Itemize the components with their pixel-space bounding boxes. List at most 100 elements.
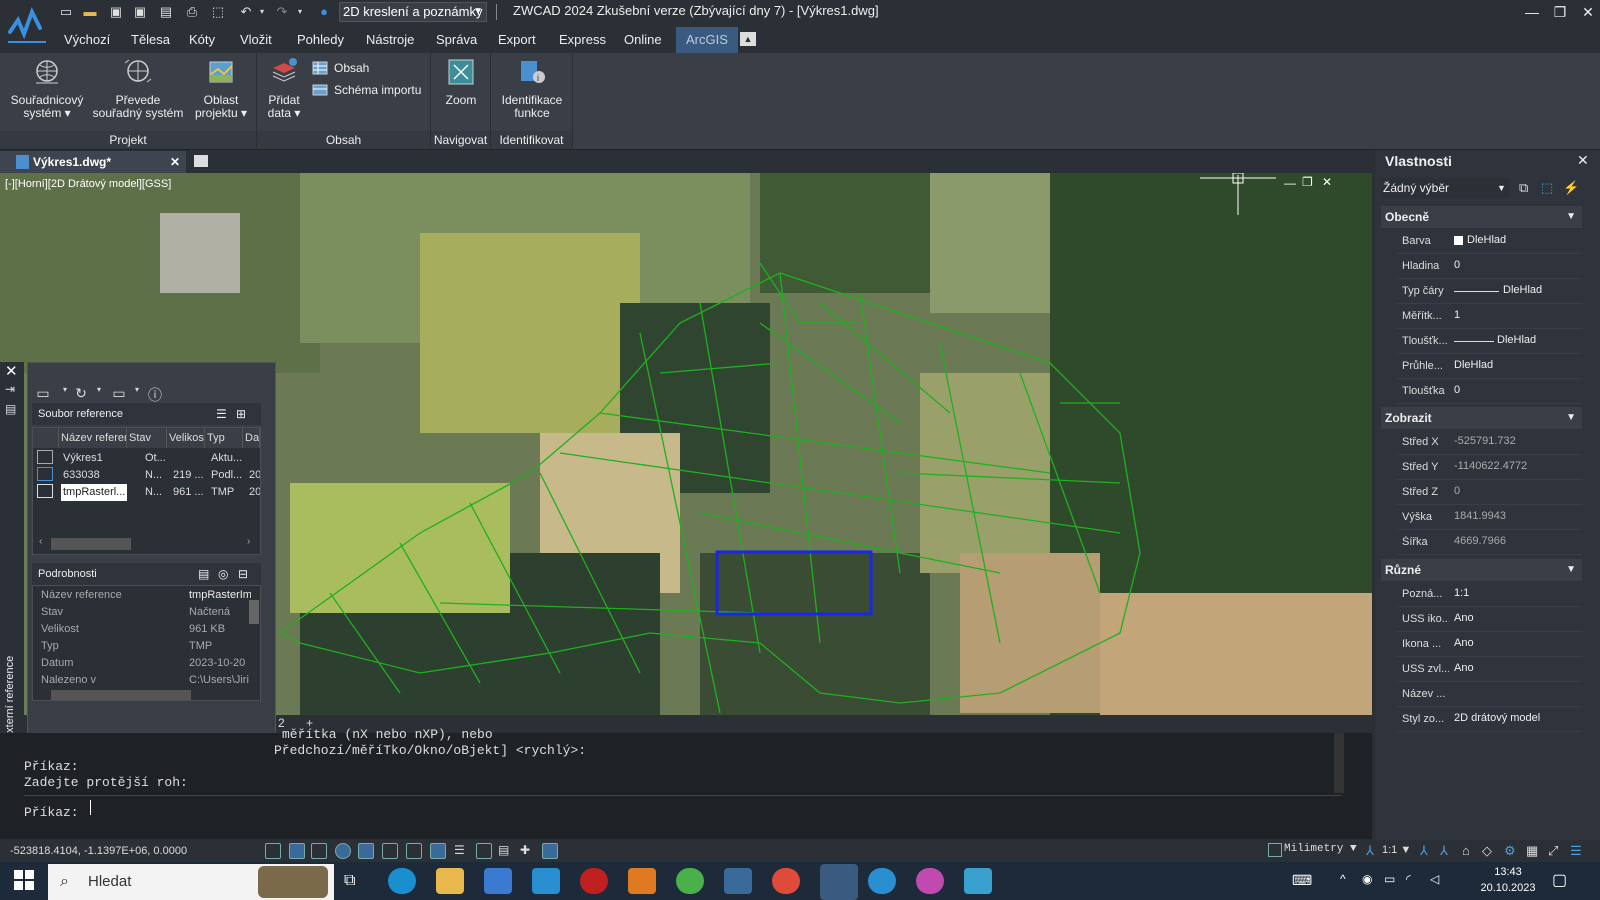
- prop-ucs-icon-origin[interactable]: Ikona ... Ano: [1397, 633, 1582, 657]
- prop-center-y[interactable]: Střed Y -1140622.4772: [1397, 456, 1582, 480]
- store-icon[interactable]: [484, 868, 512, 894]
- horizontal-scrollbar[interactable]: [51, 538, 131, 550]
- prop-center-x[interactable]: Střed X -525791.732: [1397, 431, 1582, 455]
- lock-icon[interactable]: ◇: [1482, 843, 1492, 859]
- preview-icon[interactable]: ◎: [218, 563, 228, 585]
- details-view-icon[interactable]: ▤: [198, 563, 209, 585]
- windows-start-icon[interactable]: [14, 870, 34, 890]
- col-type[interactable]: Typ: [205, 428, 243, 448]
- close-panel-icon[interactable]: ✕: [5, 362, 18, 380]
- prop-layer[interactable]: Hladina 0: [1397, 255, 1582, 279]
- cursor-coordinates[interactable]: -523818.4104, -1.1397E+06, 0.0000: [10, 845, 187, 857]
- help-circle-icon[interactable]: ⓘ: [144, 385, 166, 403]
- scroll-left-icon[interactable]: ‹: [39, 536, 42, 547]
- prop-ucs-icon-on[interactable]: USS iko... Ano: [1397, 608, 1582, 632]
- customize-icon[interactable]: ☰: [1570, 843, 1582, 859]
- zwcad-taskbar-icon[interactable]: [820, 864, 858, 900]
- group-general[interactable]: Obecně ▼: [1381, 206, 1582, 228]
- table-row[interactable]: Výkres1 Ot... Aktu...: [33, 450, 260, 467]
- scroll-right-icon[interactable]: ›: [247, 536, 250, 547]
- clock[interactable]: 13:43 20.10.2023: [1478, 864, 1538, 896]
- ortho-icon[interactable]: [311, 843, 327, 859]
- command-scrollbar[interactable]: [1334, 733, 1344, 793]
- grid-icon[interactable]: [265, 843, 281, 859]
- osnap-icon[interactable]: [358, 843, 374, 859]
- print-icon[interactable]: ⎙: [184, 4, 200, 20]
- annotation-scale-select[interactable]: 1:1 ▼: [1382, 844, 1411, 856]
- tab-vychozi[interactable]: Výchozí: [60, 27, 114, 53]
- app-blue-icon[interactable]: [964, 868, 992, 894]
- lineweight-icon[interactable]: ☰: [454, 843, 470, 859]
- notifications-icon[interactable]: ▢: [1552, 870, 1567, 890]
- add-data-button[interactable]: Přidat data ▾: [262, 57, 306, 120]
- task-view-icon[interactable]: ⧉: [344, 872, 355, 890]
- command-input[interactable]: [90, 798, 1340, 818]
- redo-icon[interactable]: ↷: [274, 4, 290, 20]
- vertical-scrollbar[interactable]: [249, 600, 259, 624]
- identify-feature-button[interactable]: i Identifikace funkce: [494, 57, 570, 120]
- dynamic-input-icon[interactable]: [430, 843, 446, 859]
- keyboard-icon[interactable]: ⌨: [1292, 872, 1312, 889]
- project-area-button[interactable]: Oblast projektu ▾: [190, 57, 252, 120]
- properties-menu-icon[interactable]: ▤: [5, 402, 16, 416]
- select-objects-icon[interactable]: ⬚: [1541, 180, 1553, 196]
- clean-screen-icon[interactable]: ⤢: [1548, 843, 1558, 859]
- gear-icon[interactable]: ⚙: [1504, 843, 1516, 859]
- col-date[interactable]: Da: [243, 428, 260, 448]
- chrome-icon[interactable]: [772, 868, 800, 894]
- tab-telesa[interactable]: Tělesa: [127, 27, 174, 53]
- tab-pohledy[interactable]: Pohledy: [293, 27, 348, 53]
- quick-select-icon[interactable]: ⚡: [1563, 180, 1579, 196]
- viewport-restore-icon[interactable]: ❐: [1302, 175, 1313, 189]
- units-select[interactable]: Milimetry ▼: [1284, 843, 1357, 855]
- edge-icon[interactable]: [388, 868, 416, 894]
- close-tab-icon[interactable]: ✕: [170, 151, 180, 173]
- col-state[interactable]: Stav: [127, 428, 167, 448]
- open-folder-icon[interactable]: ▬: [82, 4, 98, 20]
- table-row[interactable]: 633038 N... 219 ... Podl... 20: [33, 467, 260, 484]
- app-drop-icon[interactable]: [916, 868, 944, 894]
- undo-dropdown-icon[interactable]: ▾: [254, 4, 270, 20]
- detail-value[interactable]: tmpRasterIm: [189, 589, 251, 601]
- viewport-close-icon[interactable]: ✕: [1322, 175, 1332, 189]
- annotation-icon[interactable]: [542, 843, 558, 859]
- ribbon-toggle-icon[interactable]: ▲: [740, 32, 756, 46]
- tray-chevron-icon[interactable]: ^: [1340, 872, 1346, 886]
- zoom-button[interactable]: Zoom: [436, 57, 486, 107]
- minimize-icon[interactable]: —: [1522, 2, 1542, 22]
- toggle-pickadd-icon[interactable]: ⧉: [1519, 180, 1528, 196]
- batch-icon[interactable]: ▤: [158, 4, 174, 20]
- wifi-icon[interactable]: ◜: [1406, 872, 1411, 886]
- app-orange-icon[interactable]: [628, 868, 656, 894]
- group-display[interactable]: Zobrazit ▼: [1381, 407, 1582, 429]
- dynamic-ucs-icon[interactable]: [406, 843, 422, 859]
- prop-transparency[interactable]: Průhle... DleHlad: [1397, 355, 1582, 379]
- undo-icon[interactable]: ↶: [238, 4, 254, 20]
- prop-linetype-scale[interactable]: Měřítk... 1: [1397, 305, 1582, 329]
- tab-online[interactable]: Online: [620, 27, 666, 53]
- list-view-icon[interactable]: ☰: [216, 403, 227, 425]
- refresh-dropdown-icon[interactable]: ▾: [88, 385, 110, 403]
- prop-ucs-name[interactable]: Název ...: [1397, 683, 1582, 707]
- close-icon[interactable]: ✕: [1578, 2, 1598, 22]
- attach-dwg-icon[interactable]: ▭: [32, 385, 54, 403]
- volume-icon[interactable]: ◁: [1430, 872, 1439, 886]
- prop-height[interactable]: Výška 1841.9943: [1397, 506, 1582, 530]
- viewport-controls-label[interactable]: [-][Horní][2D Drátový model][GSS]: [5, 178, 171, 190]
- mail-icon[interactable]: [532, 868, 560, 894]
- zoom-extents-icon[interactable]: ⬚: [210, 4, 226, 20]
- hardware-accel-icon[interactable]: ▦: [1526, 843, 1538, 859]
- help-icon[interactable]: ●: [316, 4, 332, 20]
- workspace-icon[interactable]: ⌂: [1462, 843, 1470, 858]
- autohide-icon[interactable]: ⇥: [5, 382, 15, 396]
- autoscale-icon[interactable]: ⅄: [1440, 843, 1448, 859]
- horizontal-scrollbar[interactable]: [51, 690, 191, 700]
- tab-express[interactable]: Express: [555, 27, 610, 53]
- app-window-icon[interactable]: [724, 868, 752, 894]
- help-app-icon[interactable]: [868, 868, 896, 894]
- content-button[interactable]: Obsah: [312, 59, 369, 79]
- tab-export[interactable]: Export: [494, 27, 540, 53]
- close-icon[interactable]: ✕: [1577, 152, 1589, 169]
- annovisibility-icon[interactable]: ⅄: [1420, 843, 1428, 859]
- prop-width[interactable]: Šířka 4669.7966: [1397, 531, 1582, 555]
